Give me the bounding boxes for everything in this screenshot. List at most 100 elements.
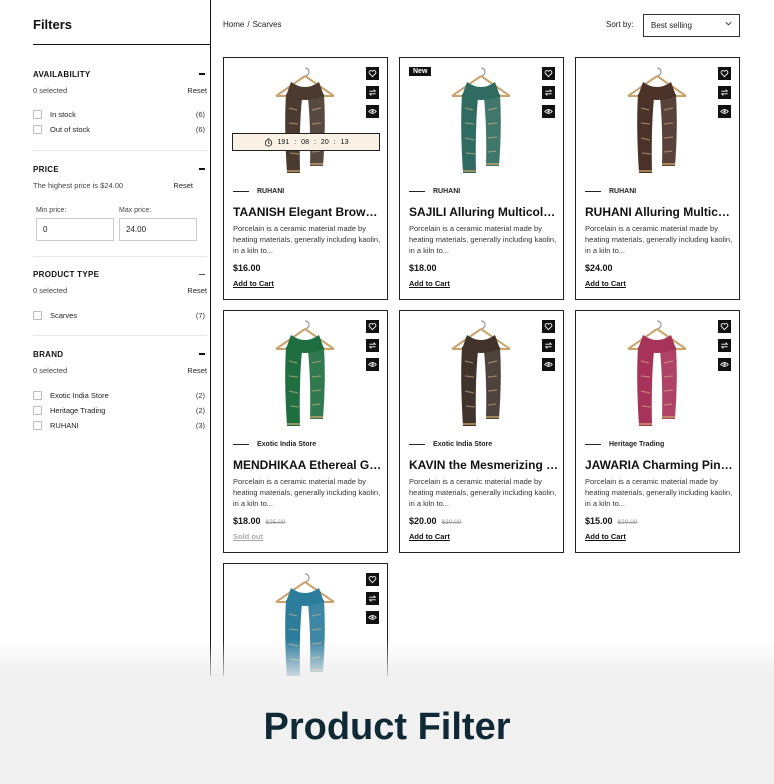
add-to-cart-button[interactable]: Add to Cart [585,532,626,541]
compare-button[interactable] [718,86,731,99]
quick-view-button[interactable] [718,358,731,371]
vendor-name: Exotic India Store [257,441,317,448]
availability-header[interactable]: AVAILABILITY [33,68,207,80]
option-label: Scarves [50,311,78,320]
product-card[interactable]: Heritage Trading JAWARIA Charming Pink Sc… [575,310,740,553]
timer-minutes: 20 [320,138,329,146]
product-price: $24.00 [585,263,613,273]
product-type-header[interactable]: PRODUCT TYPE [33,268,207,280]
product-image-wrap[interactable] [576,311,739,436]
price-header[interactable]: PRICE [33,163,207,175]
availability-reset-button[interactable]: Reset [187,86,207,95]
collapse-icon[interactable] [199,73,205,75]
product-card[interactable]: 191 : 08 : 20 : 13 RUHANI TAANISH Elegant… [223,57,388,300]
option-scarves[interactable]: Scarves (7) [33,308,207,323]
compare-icon [368,595,377,602]
price-highest-text: The highest price is $24.00 [33,181,124,190]
option-count: (3) [195,421,205,430]
checkbox[interactable] [33,125,42,134]
quick-view-button[interactable] [718,105,731,118]
price-reset-button[interactable]: Reset [173,181,193,190]
filter-brand: BRAND 0 selected Reset Exotic India Stor… [33,348,207,433]
compare-button[interactable] [366,86,379,99]
breadcrumb: Home / Scarves [223,20,281,29]
add-to-cart-button[interactable]: Add to Cart [585,279,626,288]
product-image-wrap[interactable] [224,58,387,183]
option-heritage-trading[interactable]: Heritage Trading (2) [33,403,207,418]
product-image-wrap[interactable] [400,311,563,436]
min-price-input[interactable]: 0 [36,218,114,241]
product-image-wrap[interactable] [576,58,739,183]
compare-icon [368,342,377,349]
vendor-name: RUHANI [257,188,285,195]
product-card[interactable]: New RUHANI SAJILI Alluring Multicolor Scar… [399,57,564,300]
heart-icon [720,323,729,331]
checkbox[interactable] [33,391,42,400]
sort-label: Sort by: [606,20,634,29]
quick-view-button[interactable] [542,358,555,371]
quick-view-button[interactable] [366,358,379,371]
product-title[interactable]: RUHANI Alluring Multicolor Scarf [585,205,735,219]
checkbox[interactable] [33,406,42,415]
compare-at-price: $30.00 [441,519,462,526]
wishlist-button[interactable] [718,67,731,80]
quick-view-button[interactable] [366,105,379,118]
option-out-of-stock[interactable]: Out of stock (6) [33,122,207,137]
checkbox[interactable] [33,110,42,119]
quick-view-button[interactable] [542,105,555,118]
quick-view-button[interactable] [366,611,379,624]
sidebar-divider [210,0,211,676]
wishlist-button[interactable] [542,67,555,80]
product-title[interactable]: TAANISH Elegant Brown Pashmina Scarf [233,205,383,219]
wishlist-button[interactable] [542,320,555,333]
add-to-cart-button[interactable]: Add to Cart [233,279,274,288]
product-image [576,311,739,436]
product-image-wrap[interactable] [224,311,387,436]
brand-header[interactable]: BRAND [33,348,207,360]
compare-button[interactable] [366,592,379,605]
option-ruhani[interactable]: RUHANI (3) [33,418,207,433]
compare-button[interactable] [718,339,731,352]
collapse-icon[interactable] [199,353,205,355]
product-image-wrap[interactable] [400,58,563,183]
compare-icon [720,89,729,96]
heart-icon [368,576,377,584]
product-vendor: Heritage Trading [585,441,664,448]
option-in-stock[interactable]: In stock (6) [33,107,207,122]
product-image [400,58,563,183]
wishlist-button[interactable] [366,320,379,333]
product-card[interactable]: Exotic India Store KAVIN the Mesmerizing … [399,310,564,553]
filters-title: Filters [33,17,73,32]
product-type-selected: 0 selected [33,286,68,295]
product-card[interactable]: Exotic India Store MENDHIKAA Ethereal Gre… [223,310,388,553]
max-price-input[interactable]: 24.00 [119,218,197,241]
product-card[interactable]: RUHANI RUHANI Alluring Multicolor Scarf Po… [575,57,740,300]
checkbox[interactable] [33,311,42,320]
product-title[interactable]: JAWARIA Charming Pink Scarf [585,458,735,472]
product-title[interactable]: KAVIN the Mesmerizing Scarf [409,458,559,472]
compare-button[interactable] [366,339,379,352]
product-title[interactable]: SAJILI Alluring Multicolor Scarf [409,205,559,219]
max-price-label: Max price: [119,207,152,214]
vendor-name: Heritage Trading [609,441,665,448]
compare-icon [544,342,553,349]
collapse-icon[interactable] [199,168,205,170]
divider [33,150,207,151]
add-to-cart-button[interactable]: Add to Cart [409,532,450,541]
product-type-reset-button[interactable]: Reset [187,286,207,295]
brand-reset-button[interactable]: Reset [187,366,207,375]
checkbox[interactable] [33,421,42,430]
add-to-cart-button[interactable]: Add to Cart [409,279,450,288]
option-label: Heritage Trading [50,406,106,415]
option-exotic-india-store[interactable]: Exotic India Store (2) [33,388,207,403]
wishlist-button[interactable] [366,573,379,586]
compare-button[interactable] [542,86,555,99]
product-description: Porcelain is a ceramic material made by … [233,224,381,255]
wishlist-button[interactable] [366,67,379,80]
breadcrumb-home-link[interactable]: Home [223,20,244,29]
wishlist-button[interactable] [718,320,731,333]
collapse-icon[interactable] [199,273,205,275]
product-title[interactable]: MENDHIKAA Ethereal Green Scarf [233,458,383,472]
sort-select[interactable]: Best selling [643,14,740,37]
compare-button[interactable] [542,339,555,352]
